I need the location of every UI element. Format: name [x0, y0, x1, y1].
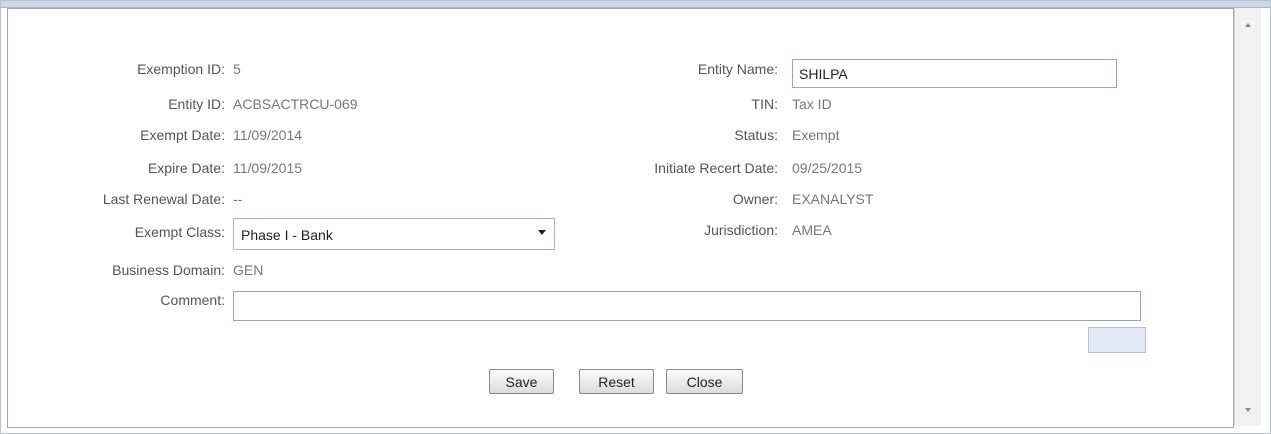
- exempt-class-selected: Phase I - Bank: [241, 227, 333, 243]
- reset-button[interactable]: Reset: [579, 369, 654, 394]
- dropdown-arrow-icon: [538, 230, 546, 235]
- entity-id-label: Entity ID:: [168, 96, 225, 112]
- last-renewal-date-value: --: [233, 191, 243, 207]
- close-button[interactable]: Close: [666, 369, 743, 394]
- last-renewal-date-label: Last Renewal Date:: [102, 191, 225, 207]
- frame-top-border: [1, 1, 1270, 8]
- vertical-scrollbar[interactable]: [1234, 8, 1261, 426]
- expire-date-label: Expire Date:: [147, 160, 225, 176]
- save-button[interactable]: Save: [489, 369, 554, 394]
- exemption-id-value: 5: [233, 61, 241, 77]
- dialog-frame: Exemption ID: 5 Entity ID: ACBSACTRCU-06…: [0, 0, 1271, 434]
- owner-value: EXANALYST: [792, 191, 874, 207]
- exempt-date-value: 11/09/2014: [233, 127, 303, 143]
- exempt-class-select[interactable]: Phase I - Bank: [233, 218, 555, 250]
- entity-name-label: Entity Name:: [697, 61, 778, 77]
- status-value: Exempt: [792, 127, 840, 143]
- chevron-up-icon[interactable]: [1245, 23, 1251, 27]
- entity-id-value: ACBSACTRCU-069: [233, 96, 358, 112]
- status-label: Status:: [734, 127, 778, 143]
- exemption-details-panel: Exemption ID: 5 Entity ID: ACBSACTRCU-06…: [7, 8, 1234, 428]
- comment-label: Comment:: [160, 292, 225, 308]
- owner-label: Owner:: [732, 191, 778, 207]
- business-domain-value: GEN: [233, 262, 264, 278]
- jurisdiction-value: AMEA: [792, 222, 832, 238]
- exempt-date-label: Exempt Date:: [140, 127, 225, 143]
- business-domain-label: Business Domain:: [112, 262, 225, 278]
- exempt-class-label: Exempt Class:: [134, 224, 225, 240]
- entity-name-field[interactable]: [792, 59, 1117, 88]
- comment-field[interactable]: [233, 291, 1141, 321]
- tin-value: Tax ID: [792, 96, 832, 112]
- initiate-recert-date-value: 09/25/2015: [792, 160, 863, 176]
- initiate-recert-date-label: Initiate Recert Date:: [654, 160, 778, 176]
- jurisdiction-label: Jurisdiction:: [704, 222, 778, 238]
- tin-label: TIN:: [751, 96, 778, 112]
- comment-resize-handle[interactable]: [1088, 327, 1146, 353]
- exemption-id-label: Exemption ID:: [137, 61, 225, 77]
- expire-date-value: 11/09/2015: [233, 160, 303, 176]
- chevron-down-icon[interactable]: [1245, 408, 1251, 412]
